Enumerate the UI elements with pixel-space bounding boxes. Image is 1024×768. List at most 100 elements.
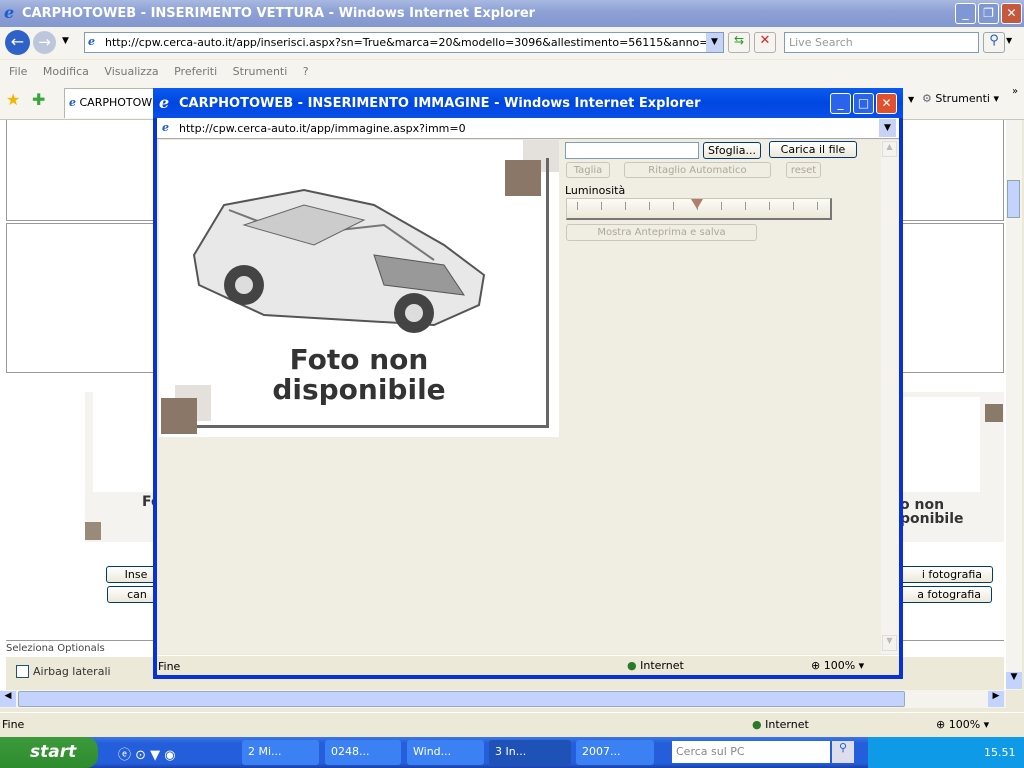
slider-tick — [577, 202, 578, 210]
scroll-right-icon[interactable]: ▶ — [988, 691, 1004, 707]
file-path-input[interactable] — [565, 142, 699, 159]
tab-ie-icon: e — [69, 96, 76, 109]
preview-save-button[interactable]: Mostra Anteprima e salva — [566, 224, 757, 241]
task-messenger[interactable]: 2 Mi... — [242, 740, 319, 765]
menu-preferiti[interactable]: Preferiti — [174, 65, 217, 78]
menu-bar: File Modifica Visualizza Preferiti Strum… — [0, 60, 1024, 84]
desktop-search-input[interactable]: Cerca sul PC — [672, 741, 830, 763]
reset-button[interactable]: reset — [786, 162, 821, 178]
brightness-slider[interactable] — [566, 198, 832, 220]
slider-tick — [721, 202, 722, 210]
horizontal-scroll-thumb[interactable] — [18, 691, 905, 707]
scroll-down-icon[interactable]: ▼ — [1006, 672, 1022, 689]
popup-minimize-button[interactable]: _ — [830, 93, 851, 114]
slider-tick — [793, 202, 794, 210]
back-button[interactable]: ← — [5, 30, 30, 55]
crop-button[interactable]: Taglia — [566, 162, 610, 178]
main-status-bar: Fine ● Internet ⊕ 100% ▾ — [0, 712, 1024, 736]
popup-vertical-scrollbar[interactable]: ▲ ▼ — [881, 140, 899, 654]
photo-text-line1: Foto non — [289, 343, 429, 376]
brightness-label: Luminosità — [565, 184, 626, 197]
address-dropdown-icon[interactable]: ▼ — [706, 33, 723, 52]
restore-button[interactable]: ❐ — [978, 3, 999, 24]
popup-url: http://cpw.cerca-auto.it/app/immagine.as… — [179, 122, 466, 135]
popup-status-bar: Fine ● Internet ⊕ 100% ▾ — [157, 655, 899, 675]
popup-zoom-icon: ⊕ — [811, 659, 821, 672]
task-windows[interactable]: Wind... — [407, 740, 484, 765]
quick-launch-icons[interactable]: ⓔ ⊙ ▼ ◉ — [118, 744, 176, 763]
tools-label: Strumenti — [935, 92, 990, 105]
popup-status-text: Fine — [158, 660, 181, 673]
tab-label: CARPHOTOW — [79, 96, 153, 109]
status-text: Fine — [2, 718, 25, 731]
main-title-bar[interactable]: e CARPHOTOWEB - INSERIMENTO VETTURA - Wi… — [0, 0, 1024, 27]
popup-globe-icon: ● — [627, 659, 637, 672]
page-icon: e — [88, 35, 95, 48]
address-url: http://cpw.cerca-auto.it/app/inserisci.a… — [105, 36, 724, 49]
scroll-left-icon[interactable]: ◀ — [0, 691, 16, 707]
forward-button[interactable]: → — [33, 31, 56, 54]
airbag-checkbox[interactable] — [16, 665, 29, 678]
menu-modifica[interactable]: Modifica — [43, 65, 89, 78]
zoom-level[interactable]: ⊕ 100% ▾ — [936, 718, 989, 731]
task-internet-explorer[interactable]: 3 In... — [489, 740, 571, 765]
menu-file[interactable]: File — [9, 65, 27, 78]
popup-close-button[interactable]: ✕ — [876, 93, 897, 114]
slider-tick — [769, 202, 770, 210]
popup-window: e CARPHOTOWEB - INSERIMENTO IMMAGINE - W… — [153, 88, 903, 679]
live-search-input[interactable]: Live Search — [784, 32, 979, 53]
slider-tick — [745, 202, 746, 210]
popup-content: Foto non disponibile Sfoglia... Carica i… — [157, 140, 899, 654]
upload-file-button[interactable]: Carica il file — [769, 141, 857, 158]
start-label: start — [30, 742, 77, 762]
tools-button[interactable]: ⚙ Strumenti ▾ — [922, 92, 999, 105]
slider-tick — [673, 202, 674, 210]
horizontal-scrollbar[interactable]: ◀ ▶ — [0, 690, 1006, 708]
favorites-star-icon[interactable]: ★ — [6, 90, 20, 109]
car-cutaway-drawing — [192, 188, 486, 333]
photo-text-line2: disponibile — [272, 373, 446, 406]
menu-strumenti[interactable]: Strumenti — [233, 65, 288, 78]
globe-icon: ● — [752, 718, 762, 731]
browse-button[interactable]: Sfoglia... — [703, 142, 761, 159]
gear-icon: ⚙ — [922, 92, 932, 105]
close-button[interactable]: ✕ — [1001, 3, 1022, 24]
airbag-label: Airbag laterali — [33, 665, 111, 678]
brightness-slider-thumb[interactable] — [691, 199, 703, 209]
stop-button[interactable]: ✕ — [754, 32, 776, 53]
chevron-more-icon[interactable]: » — [1012, 86, 1018, 97]
popup-address-dropdown-icon[interactable]: ▼ — [879, 119, 896, 137]
minimize-button[interactable]: _ — [955, 3, 976, 24]
add-favorite-icon[interactable]: ✚ — [32, 90, 45, 109]
menu-visualizza[interactable]: Visualizza — [104, 65, 158, 78]
popup-address-bar[interactable]: e http://cpw.cerca-auto.it/app/immagine.… — [157, 118, 899, 139]
slider-tick — [625, 202, 626, 210]
search-button[interactable]: ⚲ — [983, 32, 1005, 53]
search-options-icon[interactable]: ▼ — [1006, 36, 1012, 45]
popup-title-bar[interactable]: e CARPHOTOWEB - INSERIMENTO IMMAGINE - W… — [153, 88, 903, 118]
vertical-scrollbar[interactable]: ▼ — [1006, 120, 1022, 690]
popup-zone-label: Internet — [640, 659, 684, 672]
popup-title: CARPHOTOWEB - INSERIMENTO IMMAGINE - Win… — [179, 96, 701, 111]
popup-scroll-down-icon[interactable]: ▼ — [882, 635, 897, 651]
desktop-search-button[interactable]: ⚲ — [832, 741, 854, 763]
zoom-label: 100% — [948, 718, 981, 731]
start-button[interactable]: start — [0, 737, 98, 768]
car-placeholder-image: Foto non disponibile — [159, 140, 559, 437]
slider-tick — [817, 202, 818, 210]
page-menu-arrow[interactable]: ▼ — [908, 95, 914, 104]
history-dropdown-icon[interactable]: ▼ — [62, 36, 69, 46]
popup-scroll-up-icon[interactable]: ▲ — [882, 141, 897, 157]
popup-zoom-level[interactable]: ⊕ 100% ▾ — [811, 659, 864, 672]
refresh-button[interactable]: ⇆ — [728, 32, 750, 53]
auto-crop-button[interactable]: Ritaglio Automatico — [624, 162, 771, 178]
address-bar[interactable]: e http://cpw.cerca-auto.it/app/inserisci… — [84, 32, 724, 53]
popup-maximize-button[interactable]: □ — [853, 93, 874, 114]
popup-zoom-label: 100% — [823, 659, 856, 672]
task-2007[interactable]: 2007... — [576, 740, 654, 765]
menu-help[interactable]: ? — [303, 65, 309, 78]
zone-label: Internet — [765, 718, 809, 731]
task-0248[interactable]: 0248... — [325, 740, 401, 765]
ie-icon: e — [4, 3, 15, 22]
slider-tick — [601, 202, 602, 210]
